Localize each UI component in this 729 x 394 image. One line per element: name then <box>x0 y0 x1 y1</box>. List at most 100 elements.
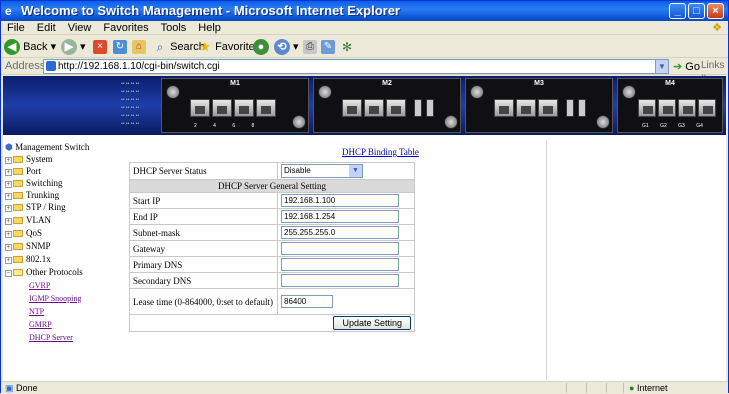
print-button[interactable]: ⎙ <box>303 38 317 56</box>
collapse-icon[interactable]: − <box>5 270 12 277</box>
fiber-port[interactable] <box>426 99 434 117</box>
expand-icon[interactable]: + <box>5 218 12 225</box>
fiber-port[interactable] <box>566 99 574 117</box>
tree-item-qos[interactable]: + QoS <box>5 228 42 239</box>
screw-icon <box>596 115 610 129</box>
rj45-port[interactable] <box>190 99 210 117</box>
stop-button[interactable]: × <box>93 38 107 56</box>
dhcp-server-panel: DHCP Binding Table DHCP Server Status Di… <box>127 140 547 380</box>
address-dropdown-icon[interactable]: ▼ <box>655 60 668 73</box>
module-m3[interactable]: M3 <box>465 78 613 133</box>
rj45-port[interactable] <box>342 99 362 117</box>
page-content: •• •• •• •• •• •• •• •• •• •• •• •• •• •… <box>3 76 726 381</box>
menu-help[interactable]: Help <box>192 21 227 35</box>
media-button[interactable]: ● <box>253 38 269 56</box>
rj45-port[interactable] <box>234 99 254 117</box>
fiber-port[interactable] <box>578 99 586 117</box>
expand-icon[interactable]: + <box>5 169 12 176</box>
go-button[interactable]: ➔ Go <box>673 60 700 73</box>
tree-item-8021x[interactable]: +802.1x <box>5 254 51 265</box>
subnet-mask-input[interactable]: 255.255.255.0 <box>281 226 399 239</box>
tree-link-gvrp[interactable]: GVRP <box>29 280 50 291</box>
end-ip-input[interactable]: 192.168.1.254 <box>281 210 399 223</box>
gigabit-port[interactable] <box>678 99 696 117</box>
minimize-button[interactable]: _ <box>669 3 686 19</box>
messenger-button[interactable]: ✻ <box>340 38 354 56</box>
gateway-input[interactable] <box>281 242 399 255</box>
tree-item-other-protocols[interactable]: − Other Protocols <box>5 267 83 278</box>
secondary-dns-input[interactable] <box>281 274 399 287</box>
refresh-icon: ↻ <box>113 40 127 55</box>
primary-dns-input[interactable] <box>281 258 399 271</box>
dhcp-status-select[interactable]: Disable ▼ <box>281 164 363 178</box>
rj45-port[interactable] <box>386 99 406 117</box>
expand-icon[interactable]: + <box>5 181 12 188</box>
module-m3-label: M3 <box>534 80 544 87</box>
tree-item-label: VLAN <box>26 215 51 225</box>
tree-item-system[interactable]: + System <box>5 154 53 165</box>
m4-port-g3: G3 <box>678 123 685 129</box>
tree-link-dhcp-server[interactable]: DHCP Server <box>29 332 73 343</box>
update-setting-button[interactable]: Update Setting <box>333 316 411 330</box>
tree-item-label: Other Protocols <box>26 267 83 277</box>
gigabit-port[interactable] <box>638 99 656 117</box>
menu-tools[interactable]: Tools <box>155 21 193 35</box>
rj45-port[interactable] <box>212 99 232 117</box>
table-row: Gateway <box>129 240 415 257</box>
rj45-port[interactable] <box>494 99 514 117</box>
expand-icon[interactable]: + <box>5 157 12 164</box>
history-button[interactable]: ⟲ ▾ <box>274 38 299 56</box>
rj45-port[interactable] <box>364 99 384 117</box>
menu-favorites[interactable]: Favorites <box>97 21 154 35</box>
fiber-port[interactable] <box>414 99 422 117</box>
go-arrow-icon: ➔ <box>673 61 683 73</box>
tree-link-ntp[interactable]: NTP <box>29 306 44 317</box>
m1-port-4: 4 <box>213 123 216 129</box>
module-m1[interactable]: M1 2 4 6 8 <box>161 78 309 133</box>
expand-icon[interactable]: + <box>5 244 12 251</box>
tree-item-snmp[interactable]: + SNMP <box>5 241 51 252</box>
dhcp-binding-table-link[interactable]: DHCP Binding Table <box>342 147 419 157</box>
tree-link-gmrp[interactable]: GMRP <box>29 319 52 330</box>
start-ip-input[interactable]: 192.168.1.100 <box>281 194 399 207</box>
rj45-port[interactable] <box>516 99 536 117</box>
module-m4[interactable]: M4 G1 G2 G3 G4 <box>617 78 723 133</box>
tree-item-vlan[interactable]: + VLAN <box>5 215 51 226</box>
expand-icon[interactable]: + <box>5 205 12 212</box>
menu-file[interactable]: File <box>1 21 31 35</box>
back-button[interactable]: ◀ Back ▾ <box>4 38 56 56</box>
maximize-button[interactable]: □ <box>688 3 705 19</box>
title-bar[interactable]: e Welcome to Switch Management - Microso… <box>1 1 728 21</box>
links-label: Links <box>701 60 725 71</box>
rj45-port[interactable] <box>538 99 558 117</box>
lease-label: Lease time (0-864000, 0:set to default) <box>129 288 278 315</box>
edit-button[interactable]: ✎ <box>321 38 335 56</box>
gigabit-port[interactable] <box>658 99 676 117</box>
close-button[interactable]: × <box>707 3 724 19</box>
menu-edit[interactable]: Edit <box>31 21 62 35</box>
table-row: Subnet-mask 255.255.255.0 <box>129 224 415 241</box>
tree-item-trunking[interactable]: + Trunking <box>5 190 59 201</box>
rj45-port[interactable] <box>256 99 276 117</box>
folder-icon <box>13 230 23 237</box>
tree-item-stp-ring[interactable]: + STP / Ring <box>5 202 66 213</box>
lease-time-input[interactable]: 86400 <box>281 295 333 308</box>
refresh-button[interactable]: ↻ <box>113 38 127 56</box>
tree-root[interactable]: ⬢ Management Switch <box>5 142 89 153</box>
browser-window: e Welcome to Switch Management - Microso… <box>0 0 729 393</box>
tree-item-port[interactable]: + Port <box>5 166 41 177</box>
expand-icon[interactable]: + <box>5 257 12 264</box>
module-m2[interactable]: M2 <box>313 78 461 133</box>
tree-item-switching[interactable]: + Switching <box>5 178 63 189</box>
tree-link-igmp-snooping[interactable]: IGMP Snooping <box>29 293 81 304</box>
expand-icon[interactable]: + <box>5 231 12 238</box>
expand-icon[interactable]: + <box>5 193 12 200</box>
favorites-button[interactable]: ★ Favorites <box>198 38 260 56</box>
forward-button[interactable]: ▶ ▾ <box>61 38 86 56</box>
home-button[interactable]: ⌂ <box>132 38 146 56</box>
status-label: Done <box>16 383 38 393</box>
address-input[interactable]: http://192.168.1.10/cgi-bin/switch.cgi ▼ <box>43 59 669 74</box>
gigabit-port[interactable] <box>698 99 716 117</box>
tree-item-label: Switching <box>26 178 63 188</box>
menu-view[interactable]: View <box>62 21 98 35</box>
